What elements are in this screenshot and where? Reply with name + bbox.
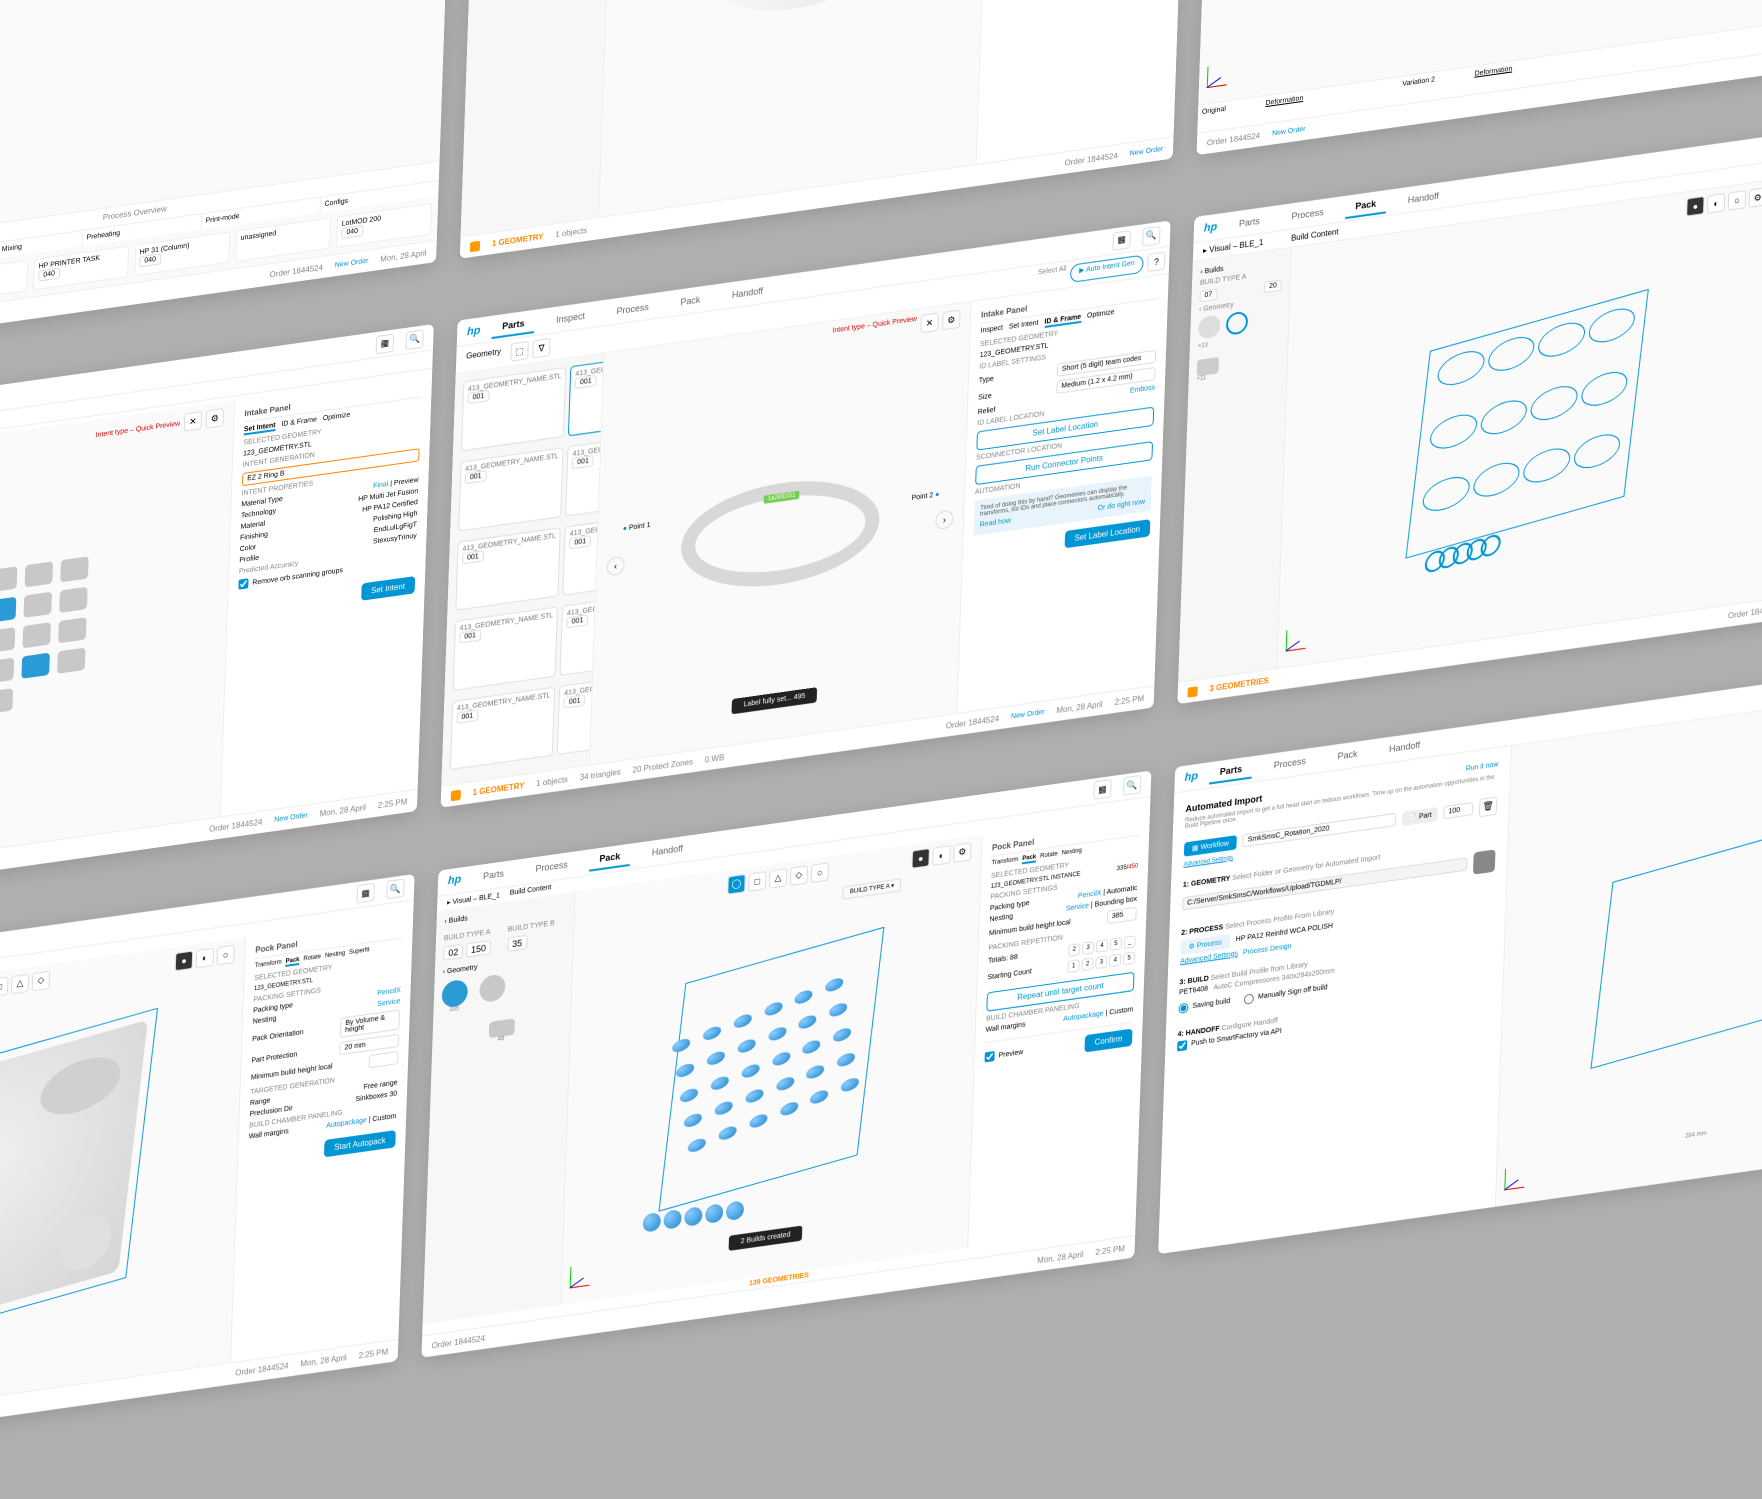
window-automated-import: hp Parts Process Pack Handoff ▦ 🔍 Automa… bbox=[1158, 667, 1762, 1254]
window-overview: Geometry Import Process Overview Process… bbox=[0, 0, 453, 362]
geom-thumb bbox=[1473, 849, 1496, 874]
set-intent-button[interactable]: Set Intent bbox=[361, 576, 415, 601]
window-pack-assembly: Process Pack Handoff ▦ 🔍 Build Content S… bbox=[0, 874, 415, 1461]
window-ring-id: hp Parts Inspect Process Pack Handoff ▦ … bbox=[441, 221, 1171, 808]
window-deformation: ◯ □ △ Derived part char ▾ ⋮ Inspect Real… bbox=[1197, 0, 1762, 155]
nav-right-icon[interactable]: › bbox=[935, 509, 953, 530]
window-pack-spheres: hp Parts Process Pack Handoff ▦ 🔍 ▸ Visu… bbox=[421, 770, 1151, 1357]
nav-left-icon[interactable]: ‹ bbox=[606, 555, 624, 576]
window-pack-rings: hp Parts Process Pack Handoff ▦ 🔍 ▸ Visu… bbox=[1177, 117, 1762, 704]
status-toast: Label fully set... 495 bbox=[731, 687, 817, 714]
window-inspect-mouse: 413_GEOMETRY_NAME.STL001 units⋮ 413_GEOM… bbox=[460, 0, 1190, 259]
search-icon[interactable]: 🔍 bbox=[405, 329, 423, 350]
window-parts-intent: Parts Process Pack Handoff ▦ 🔍 Geometry … bbox=[0, 324, 434, 911]
ring-model: 1a2831G1 bbox=[679, 469, 881, 598]
start-autopack-button[interactable]: Start Autopack bbox=[324, 1130, 396, 1157]
mouse-model bbox=[705, 0, 887, 21]
grid-icon[interactable]: ▦ bbox=[376, 333, 394, 354]
